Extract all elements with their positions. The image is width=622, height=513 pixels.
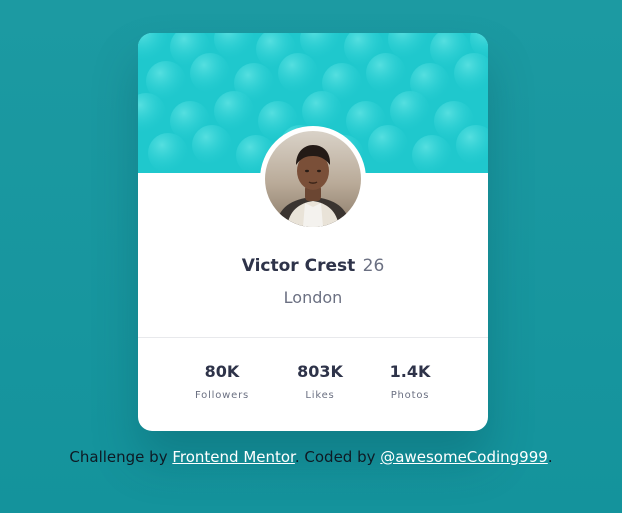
- profile-card: Victor Crest 26 London 80K Followers 803…: [138, 33, 488, 431]
- stat-value: 803K: [297, 362, 343, 381]
- stat-label: Photos: [390, 390, 430, 401]
- stat-label: Followers: [194, 390, 250, 401]
- avatar: [260, 126, 366, 232]
- frontend-mentor-link[interactable]: Frontend Mentor: [172, 448, 295, 466]
- stat-photos: 1.4K Photos: [360, 361, 460, 403]
- stat-likes: 803K Likes: [270, 361, 370, 403]
- profile-age: 26: [362, 256, 385, 276]
- profile-name: Victor Crest: [241, 256, 356, 276]
- attribution: Challenge by Frontend Mentor. Coded by @…: [69, 448, 553, 466]
- profile-name-line: Victor Crest 26: [138, 255, 488, 277]
- user-photo-icon: [265, 131, 361, 227]
- card-divider: [138, 337, 488, 338]
- author-link[interactable]: @awesomeCoding999: [380, 448, 548, 466]
- profile-location: London: [283, 288, 343, 307]
- challenge-prefix: Challenge by: [69, 448, 168, 466]
- coded-prefix: Coded by: [304, 448, 376, 466]
- stat-followers: 80K Followers: [172, 361, 272, 403]
- stat-value: 80K: [204, 362, 240, 381]
- stats-row: 80K Followers 803K Likes 1.4K Photos: [138, 361, 488, 411]
- stat-value: 1.4K: [389, 362, 431, 381]
- stat-label: Likes: [305, 390, 335, 401]
